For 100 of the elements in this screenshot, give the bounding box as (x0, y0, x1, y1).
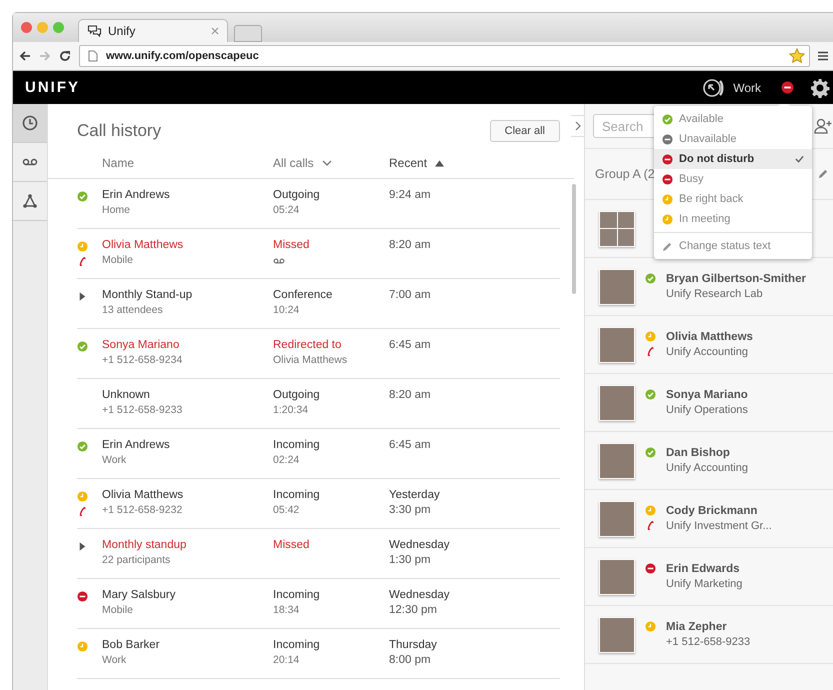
call-date: 6:45 am (389, 439, 431, 451)
browser-tab[interactable]: Unify (78, 19, 228, 42)
caller-name[interactable]: Sonya Mariano (102, 339, 273, 351)
caller-name[interactable]: Unknown (102, 389, 273, 401)
phone-icon (77, 506, 88, 517)
caller-name[interactable]: Erin Andrews (102, 189, 273, 201)
call-duration: 05:42 (273, 504, 300, 516)
scrollbar[interactable] (572, 184, 576, 294)
phone-icon (645, 520, 656, 531)
voicemail-icon[interactable] (273, 257, 285, 265)
sort-up-icon (435, 160, 444, 166)
call-type: Redirected to (273, 339, 342, 351)
contact-name[interactable]: Cody Brickmann (666, 505, 816, 517)
call-date: 8:20 am (389, 389, 431, 401)
bookmark-star-icon[interactable] (789, 48, 805, 64)
contact-name[interactable]: Bryan Gilbertson-Smither (666, 273, 816, 285)
status-menu-item[interactable]: Change status text (654, 236, 812, 256)
photo-placeholder (599, 558, 635, 594)
caller-name[interactable]: Mary Salsbury (102, 589, 273, 601)
call-date: 6:45 am (389, 339, 431, 351)
call-duration: 18:34 (273, 604, 300, 616)
phone-icon (645, 346, 656, 357)
call-time: 12:30 pm (389, 604, 438, 616)
add-contact-icon[interactable] (814, 118, 832, 134)
close-tab-icon[interactable] (211, 27, 219, 35)
tab-title: Unify (108, 24, 136, 38)
contact-detail: Unify Research Lab (666, 288, 764, 300)
call-duration: Olivia Matthews (273, 354, 348, 366)
photo-placeholder (599, 268, 635, 304)
contact-detail: Unify Marketing (666, 578, 744, 590)
call-type: Missed (273, 239, 310, 251)
call-filter-dropdown[interactable]: All calls (273, 156, 389, 170)
caller-detail: +1 512-658-9233 (102, 404, 184, 416)
caller-detail: +1 512-658-9234 (102, 354, 184, 366)
location-label[interactable]: Work (733, 80, 761, 94)
caller-detail: Mobile (102, 254, 134, 266)
photo-placeholder (599, 616, 635, 652)
call-date: 9:24 am (389, 189, 431, 201)
caller-name[interactable]: Monthly standup (102, 539, 273, 551)
contact-name[interactable]: Mia Zepher (666, 621, 816, 633)
page-title: Call history (77, 121, 162, 141)
group-photo-placeholder (599, 210, 635, 246)
call-type: Outgoing (273, 189, 320, 201)
settings-icon[interactable] (810, 78, 830, 98)
address-bar[interactable]: www.unify.com/openscapeuc (79, 45, 810, 67)
expand-arrow-icon[interactable] (77, 541, 88, 552)
caller-name[interactable]: Olivia Matthews (102, 489, 273, 501)
photo-placeholder (599, 326, 635, 362)
call-date: 8:20 am (389, 239, 431, 251)
status-menu-item[interactable]: Available (654, 109, 812, 129)
logo: UNIFY (25, 79, 80, 96)
close-window-button[interactable] (21, 22, 32, 33)
status-menu-item[interactable]: Busy (654, 169, 812, 189)
contact-detail: +1 512-658-9233 (666, 636, 752, 648)
call-type: Incoming (273, 439, 320, 451)
call-time: 3:30 pm (389, 504, 432, 516)
caller-name[interactable]: Bob Barker (102, 639, 273, 651)
group-label[interactable]: Group A (2 (595, 167, 655, 181)
checkmark-icon (795, 155, 804, 163)
caller-detail: Work (102, 454, 128, 466)
phone-arrow-icon (703, 78, 726, 98)
clock-icon (22, 115, 38, 131)
call-type: Incoming (273, 589, 320, 601)
call-date: Wednesday (389, 589, 450, 601)
caller-name[interactable]: Monthly Stand-up (102, 289, 273, 301)
status-menu-item[interactable]: Do not disturb (654, 149, 812, 169)
contact-name[interactable]: Erin Edwards (666, 563, 816, 575)
call-duration: 05:24 (273, 204, 300, 216)
clear-all-button[interactable]: Clear all (490, 120, 560, 142)
caller-name[interactable]: Olivia Matthews (102, 239, 273, 251)
call-date: Wednesday (389, 539, 450, 551)
photo-placeholder (599, 384, 635, 420)
phone-icon (77, 256, 88, 267)
photo-placeholder (599, 500, 635, 536)
collapse-button[interactable] (571, 115, 585, 137)
column-header: Name (102, 156, 136, 170)
sort-column-header[interactable]: Recent (389, 156, 444, 170)
status-menu-item[interactable]: Be right back (654, 189, 812, 209)
caller-name[interactable]: Erin Andrews (102, 439, 273, 451)
back-arrow-icon[interactable] (19, 50, 31, 62)
status-menu-item[interactable]: Unavailable (654, 129, 812, 149)
reload-icon[interactable] (59, 50, 71, 62)
contact-name[interactable]: Olivia Matthews (666, 331, 816, 343)
contact-name[interactable]: Dan Bishop (666, 447, 816, 459)
chevron-down-icon (322, 160, 332, 166)
pencil-icon[interactable] (817, 168, 828, 180)
expand-arrow-icon[interactable] (77, 291, 88, 302)
menu-icon[interactable] (818, 51, 828, 61)
status-menu-item[interactable]: In meeting (654, 209, 812, 229)
caller-detail: +1 512-658-9232 (102, 504, 184, 516)
caller-detail: 13 attendees (102, 304, 164, 316)
call-date: 7:00 am (389, 289, 431, 301)
call-time: 8:00 pm (389, 654, 432, 666)
call-time: 1:30 pm (389, 554, 432, 566)
history-tab[interactable] (13, 104, 47, 143)
contact-name[interactable]: Sonya Mariano (666, 389, 816, 401)
caller-detail: 22 participants (102, 554, 172, 566)
call-duration: 10:24 (273, 304, 300, 316)
call-type: Incoming (273, 489, 320, 501)
network-icon (22, 193, 38, 209)
